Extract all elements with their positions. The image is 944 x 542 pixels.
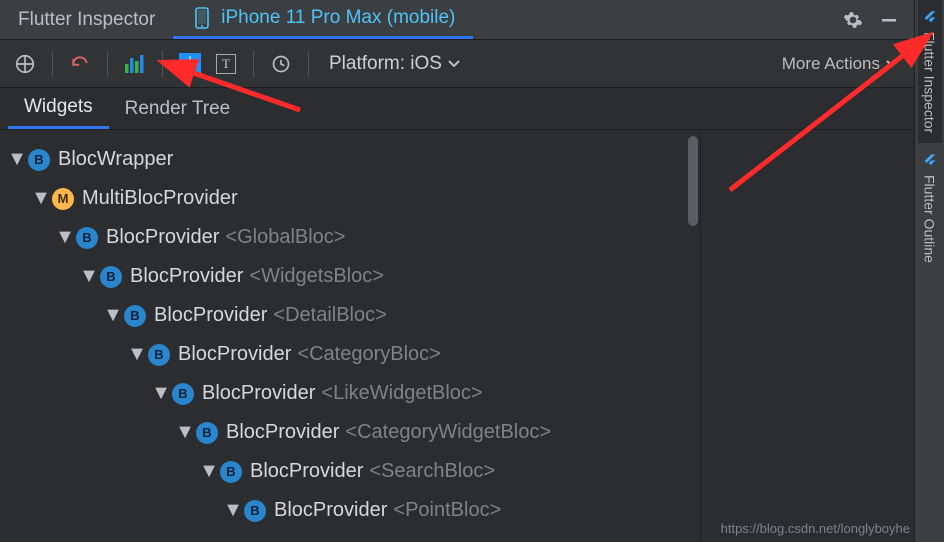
widget-badge: B [124,305,146,327]
widget-name: BlocProvider [130,265,243,288]
chevron-down-icon [448,60,460,68]
right-tool-rail: Flutter Inspector Flutter Outline [914,0,944,542]
debug-paint-button[interactable] [175,49,205,79]
separator [308,51,309,77]
tab-label: Widgets [24,96,93,118]
top-tab-strip: Flutter Inspector iPhone 11 Pro Max (mob… [0,0,914,40]
widget-name: BlocProvider [226,421,339,444]
tree-row[interactable]: ▼B BlocProvider <CategoryWidgetBloc> [4,413,700,452]
watermark: https://blog.csdn.net/longlyboyhe [721,521,910,536]
gear-icon[interactable] [842,9,864,31]
widget-name: BlocProvider [274,499,387,522]
inspector-toolbar: T Platform: iOS More Actions [0,40,914,88]
separator [253,51,254,77]
expand-icon[interactable]: ▼ [8,148,26,171]
text-icon: T [216,54,236,74]
rail-flutter-inspector[interactable]: Flutter Inspector [918,0,942,143]
widget-tree[interactable]: ▼BBlocWrapper▼MMultiBlocProvider▼BBlocPr… [0,130,700,542]
expand-icon[interactable]: ▼ [128,343,146,366]
performance-overlay-button[interactable] [120,49,150,79]
tab-render-tree[interactable]: Render Tree [109,88,247,129]
widget-subtype: <DetailBloc> [273,304,386,327]
tab-widgets[interactable]: Widgets [8,88,109,129]
scrollbar-thumb[interactable] [688,136,698,226]
tree-row[interactable]: ▼B BlocProvider <PointBloc> [4,491,700,530]
tree-row[interactable]: ▼B BlocProvider <LikeWidgetBloc> [4,374,700,413]
widget-name: BlocProvider [202,382,315,405]
widget-subtype: <CategoryWidgetBloc> [345,421,551,444]
refresh-button[interactable] [65,49,95,79]
tree-row[interactable]: ▼M MultiBlocProvider [4,179,700,218]
widget-badge: B [244,500,266,522]
widget-name: MultiBlocProvider [82,187,238,210]
expand-icon[interactable]: ▼ [32,187,50,210]
paint-baselines-button[interactable]: T [211,49,241,79]
chevron-down-icon [886,60,898,68]
widget-name: BlocWrapper [58,148,173,171]
widget-name: BlocProvider [250,460,363,483]
expand-icon[interactable]: ▼ [176,421,194,444]
widget-name: BlocProvider [154,304,267,327]
phone-icon [191,7,213,29]
platform-label: Platform: iOS [329,53,442,75]
widget-subtype: <GlobalBloc> [225,226,345,249]
rail-label: Flutter Inspector [922,32,938,133]
tab-label: iPhone 11 Pro Max (mobile) [221,7,455,29]
expand-icon[interactable]: ▼ [80,265,98,288]
widget-subtype: <LikeWidgetBloc> [321,382,482,405]
tree-row[interactable]: ▼B BlocProvider <CategoryBloc> [4,335,700,374]
tab-device[interactable]: iPhone 11 Pro Max (mobile) [173,0,473,39]
flutter-icon [922,10,938,26]
separator [162,51,163,77]
content-split: ▼BBlocWrapper▼MMultiBlocProvider▼BBlocPr… [0,130,914,542]
slow-animations-button[interactable] [266,49,296,79]
widget-subtype: <SearchBloc> [369,460,495,483]
more-actions-label: More Actions [782,54,880,74]
tab-label: Flutter Inspector [18,9,155,31]
widget-name: BlocProvider [106,226,219,249]
widget-badge: B [148,344,170,366]
tab-flutter-inspector[interactable]: Flutter Inspector [0,0,173,39]
widget-badge: B [76,227,98,249]
separator [52,51,53,77]
select-widget-button[interactable] [10,49,40,79]
tree-row[interactable]: ▼B BlocProvider <GlobalBloc> [4,218,700,257]
tree-row[interactable]: ▼B BlocWrapper [4,140,700,179]
tree-row[interactable]: ▼B BlocProvider <WidgetsBloc> [4,257,700,296]
tree-row[interactable]: ▼B BlocProvider <SearchBloc> [4,452,700,491]
widget-badge: B [172,383,194,405]
tree-row[interactable]: ▼B BlocProvider <DetailBloc> [4,296,700,335]
widget-badge: B [196,422,218,444]
widget-badge: M [52,188,74,210]
widget-badge: B [28,149,50,171]
separator [107,51,108,77]
flutter-icon [922,153,938,169]
platform-selector[interactable]: Platform: iOS [321,53,468,75]
widget-subtype: <CategoryBloc> [297,343,440,366]
rail-flutter-outline[interactable]: Flutter Outline [918,143,942,273]
more-actions-button[interactable]: More Actions [782,54,904,74]
debug-paint-icon [179,53,201,75]
widget-badge: B [220,461,242,483]
widget-name: BlocProvider [178,343,291,366]
expand-icon[interactable]: ▼ [152,382,170,405]
inspector-sub-tabs: Widgets Render Tree [0,88,914,130]
detail-pane [700,130,914,542]
expand-icon[interactable]: ▼ [104,304,122,327]
expand-icon[interactable]: ▼ [200,460,218,483]
tab-label: Render Tree [125,98,231,120]
widget-subtype: <PointBloc> [393,499,501,522]
widget-badge: B [100,266,122,288]
expand-icon[interactable]: ▼ [56,226,74,249]
widget-subtype: <WidgetsBloc> [249,265,384,288]
expand-icon[interactable]: ▼ [224,499,242,522]
rail-label: Flutter Outline [922,175,938,263]
minimize-icon[interactable] [878,9,900,31]
